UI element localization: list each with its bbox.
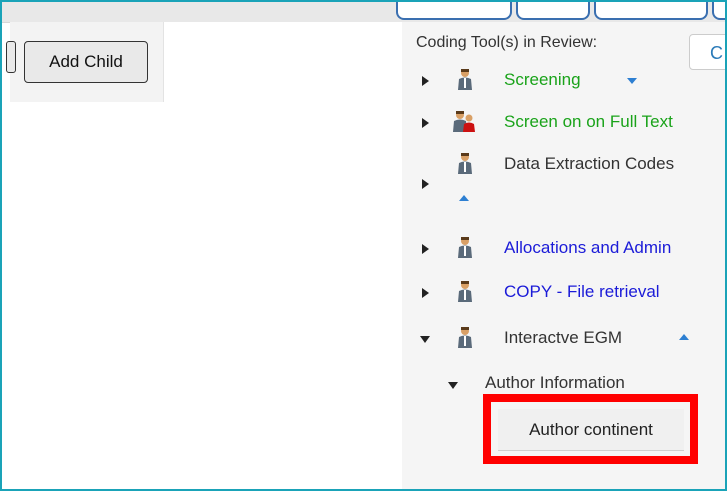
collapse-arrow-icon[interactable]: [448, 382, 458, 389]
coding-tools-panel: Coding Tool(s) in Review: C Screening Sc…: [402, 22, 727, 491]
caret-up-icon[interactable]: [459, 195, 469, 201]
tree-item-copy-file-retrieval[interactable]: COPY - File retrieval: [402, 276, 727, 308]
review-label: Coding Tool(s) in Review:: [416, 34, 598, 51]
left-toolbar: Add Child: [6, 22, 164, 102]
expand-arrow-icon[interactable]: [422, 179, 429, 189]
top-tab-button[interactable]: [396, 2, 512, 20]
tree-item-label[interactable]: Allocations and Admin: [504, 238, 671, 258]
tree-item-label[interactable]: Data Extraction Codes: [504, 154, 674, 174]
person-icon: [458, 327, 472, 348]
person-red-icon: [453, 111, 475, 132]
top-tab-button[interactable]: [594, 2, 708, 20]
attribute-label: Author continent: [529, 419, 653, 439]
person-icon: [458, 237, 472, 258]
top-tab-button[interactable]: [712, 2, 727, 20]
review-select-value: C: [710, 43, 723, 63]
expand-arrow-icon[interactable]: [422, 76, 429, 86]
collapse-arrow-icon[interactable]: [420, 336, 430, 343]
tree-item-label[interactable]: COPY - File retrieval: [504, 282, 660, 302]
tree-item-allocations[interactable]: Allocations and Admin: [402, 232, 727, 264]
expand-arrow-icon[interactable]: [422, 244, 429, 254]
tree-item-data-extraction[interactable]: Data Extraction Codes: [402, 148, 727, 212]
tree-subitem-author-information[interactable]: Author Information: [402, 368, 727, 400]
top-bar: [0, 0, 727, 23]
person-icon: [458, 153, 472, 174]
tree-item-label[interactable]: Interactve EGM: [504, 328, 622, 348]
person-icon: [458, 69, 472, 90]
top-tab-button[interactable]: [516, 2, 590, 20]
caret-down-icon[interactable]: [627, 78, 637, 84]
person-icon: [458, 281, 472, 302]
tree-item-full-text[interactable]: Screen on on Full Text: [402, 106, 727, 138]
toolbar-button-partial[interactable]: [6, 41, 16, 73]
tree-item-screening[interactable]: Screening: [402, 64, 727, 96]
left-panel: Add Child: [6, 22, 402, 491]
caret-up-icon[interactable]: [679, 334, 689, 340]
tree-item-label[interactable]: Screen on on Full Text: [504, 112, 673, 132]
tree-item-interactive-egm[interactable]: Interactve EGM: [402, 322, 727, 354]
expand-arrow-icon[interactable]: [422, 118, 429, 128]
tree-subitem-label[interactable]: Author Information: [485, 373, 625, 393]
author-continent-attribute[interactable]: Author continent: [498, 409, 684, 451]
add-child-button[interactable]: Add Child: [24, 41, 148, 83]
expand-arrow-icon[interactable]: [422, 288, 429, 298]
tree-item-label[interactable]: Screening: [504, 70, 581, 90]
